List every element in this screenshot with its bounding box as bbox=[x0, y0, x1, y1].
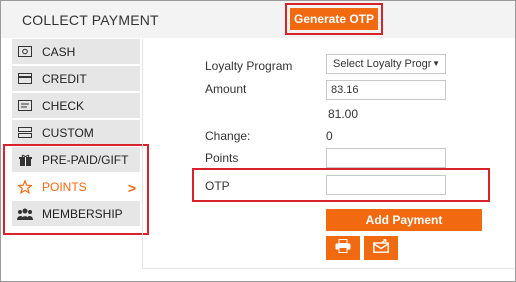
email-icon bbox=[373, 238, 389, 258]
amount-subtotal: 81.00 bbox=[328, 107, 359, 121]
divider bbox=[142, 39, 143, 269]
loyalty-program-select[interactable]: Select Loyalty Progr ▼ bbox=[326, 54, 446, 74]
otp-input[interactable] bbox=[326, 175, 446, 195]
sidebar-item-cash[interactable]: CASH bbox=[12, 39, 140, 65]
highlight-generate-otp: Generate OTP bbox=[285, 3, 383, 35]
custom-icon bbox=[17, 126, 33, 140]
sidebar-item-label: CREDIT bbox=[42, 71, 87, 86]
amount-input[interactable] bbox=[326, 80, 446, 100]
points-input[interactable] bbox=[326, 148, 446, 168]
otp-label: OTP bbox=[205, 179, 230, 193]
sidebar-item-credit[interactable]: CREDIT bbox=[12, 66, 140, 92]
credit-card-icon bbox=[17, 72, 33, 86]
print-icon bbox=[335, 238, 351, 258]
page-title: COLLECT PAYMENT bbox=[22, 12, 159, 28]
change-value: 0 bbox=[326, 129, 333, 143]
check-icon bbox=[17, 99, 33, 113]
generate-otp-button[interactable]: Generate OTP bbox=[290, 8, 378, 30]
sidebar-item-custom[interactable]: CUSTOM bbox=[12, 120, 140, 146]
dropdown-arrow-icon: ▼ bbox=[432, 59, 440, 68]
sidebar-item-check[interactable]: CHECK bbox=[12, 93, 140, 119]
sidebar-item-label: CUSTOM bbox=[42, 125, 94, 140]
sidebar-item-label: CHECK bbox=[42, 98, 85, 113]
loyalty-program-value: Select Loyalty Progr bbox=[333, 58, 432, 70]
highlight-sidebar-group bbox=[3, 144, 149, 235]
email-button[interactable] bbox=[364, 236, 398, 260]
points-label: Points bbox=[205, 151, 239, 165]
cash-icon bbox=[17, 45, 33, 59]
change-label: Change: bbox=[205, 129, 251, 143]
print-button[interactable] bbox=[326, 236, 360, 260]
sidebar-item-label: CASH bbox=[42, 44, 76, 59]
divider bbox=[142, 268, 514, 269]
amount-label: Amount bbox=[205, 82, 247, 96]
add-payment-button[interactable]: Add Payment bbox=[326, 209, 482, 231]
loyalty-program-label: Loyalty Program bbox=[205, 59, 293, 73]
